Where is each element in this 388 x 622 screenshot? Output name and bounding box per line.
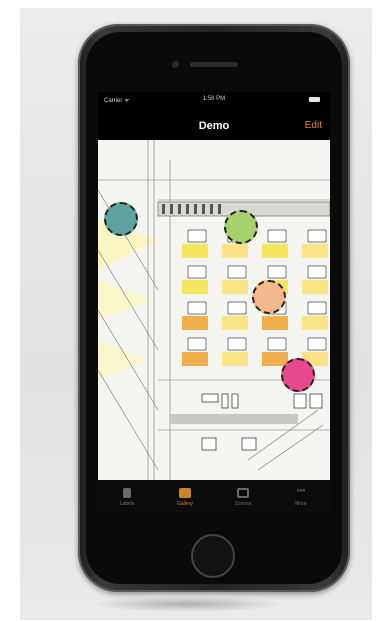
pin-green[interactable] (224, 210, 258, 244)
tab-bar: Labels Gallery Scenes ••• More (98, 480, 330, 514)
status-time: 1:58 PM (202, 96, 226, 102)
scenes-icon (237, 487, 249, 498)
building-drawing (98, 140, 330, 480)
edit-button[interactable]: Edit (305, 120, 322, 131)
pin-pink[interactable] (281, 358, 315, 392)
navigation-bar: Demo Edit (98, 108, 330, 140)
phone-device: Carrier ᯤ 1:58 PM Demo Edit Labels Galle… (78, 24, 350, 592)
pin-teal[interactable] (104, 202, 138, 236)
tab-scenes[interactable]: Scenes (214, 480, 272, 514)
phone-shadow (92, 596, 282, 612)
gallery-icon (179, 487, 191, 498)
tab-more[interactable]: ••• More (272, 480, 330, 514)
phone-screen: Carrier ᯤ 1:58 PM Demo Edit Labels Galle… (98, 92, 330, 514)
tab-label: Labels (119, 500, 135, 507)
more-icon: ••• (296, 485, 306, 495)
floor-plan-view[interactable] (98, 140, 330, 480)
status-bar: Carrier ᯤ 1:58 PM (98, 92, 330, 108)
tab-labels[interactable]: Labels (98, 480, 156, 514)
battery-icon (309, 97, 320, 102)
tab-gallery[interactable]: Gallery (156, 480, 214, 514)
front-camera (172, 61, 179, 68)
earpiece-speaker (190, 62, 238, 67)
tab-label: Gallery (177, 500, 193, 507)
pin-peach[interactable] (252, 280, 286, 314)
labels-icon (123, 487, 131, 498)
tab-label: Scenes (234, 500, 252, 507)
tab-label: More (295, 500, 307, 507)
page-title: Demo (198, 120, 230, 132)
home-button[interactable] (191, 534, 235, 578)
